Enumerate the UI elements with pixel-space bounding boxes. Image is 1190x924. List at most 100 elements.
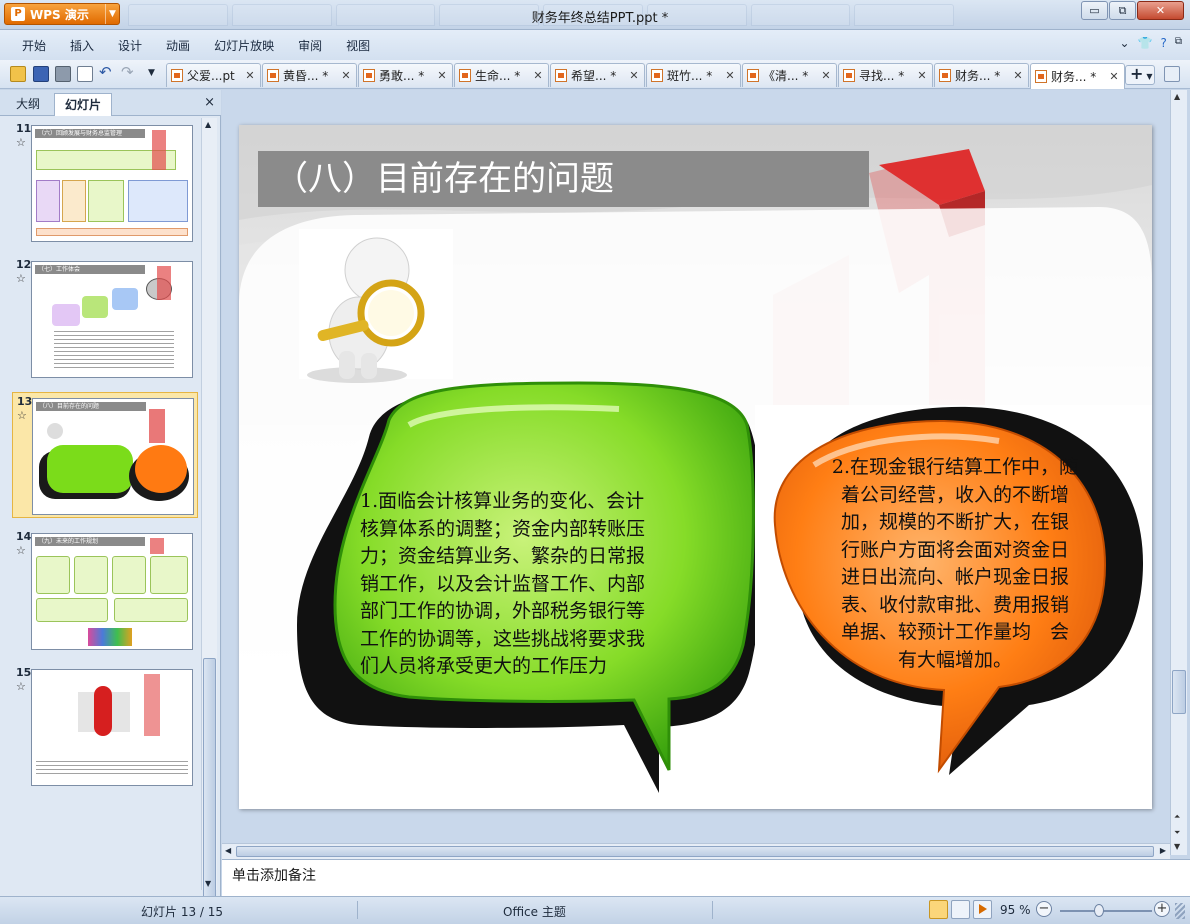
slide-thumbnail-13-selected[interactable]: 13 ☆ （八）目前存在的问题 <box>12 392 198 518</box>
menu-item-design[interactable]: 设计 <box>106 37 154 54</box>
close-tab-icon[interactable]: ✕ <box>820 69 832 82</box>
title-bar: P WPS 演示 ▼ 财务年终总结PPT.ppt * ▭ ⧉ ✕ <box>0 0 1190 30</box>
menu-item-home[interactable]: 开始 <box>10 37 58 54</box>
slide-vertical-scrollbar[interactable]: ▲ ⏶ ⏷ ▼ <box>1170 90 1187 855</box>
scrollbar-thumb[interactable] <box>1172 670 1186 714</box>
close-icon[interactable]: × <box>204 95 215 110</box>
slide-number: 15 <box>16 666 32 679</box>
close-tab-icon[interactable]: ✕ <box>916 69 928 82</box>
close-tab-icon[interactable]: ✕ <box>244 69 256 82</box>
undo-icon[interactable]: ↶ <box>99 63 115 81</box>
menu-item-view[interactable]: 视图 <box>334 37 382 54</box>
doc-tab[interactable]: 父爱...pt ✕ <box>166 63 261 87</box>
slide-thumbnail-14[interactable]: 14 ☆ （九）未来的工作规划 <box>12 528 198 654</box>
scroll-up-icon[interactable]: ▲ <box>1174 92 1180 101</box>
close-tab-icon[interactable]: ✕ <box>532 69 544 82</box>
tab-slides[interactable]: 幻灯片 <box>54 93 113 116</box>
save-icon[interactable] <box>33 66 49 82</box>
ppt-file-icon <box>747 69 759 82</box>
scrollbar-thumb[interactable] <box>236 846 1154 857</box>
close-tab-icon[interactable]: ✕ <box>436 69 448 82</box>
tab-list-icon[interactable] <box>1164 66 1180 82</box>
slide-thumbnail-11[interactable]: 11 ☆ （六）回顾发展与财务总监管理 <box>12 120 198 246</box>
bubble-text-line: 核算体系的调整；资金内部转账压 <box>360 517 646 540</box>
normal-view-button[interactable] <box>929 900 948 919</box>
zoom-slider-knob[interactable] <box>1094 904 1104 917</box>
close-window-button[interactable]: ✕ <box>1137 1 1184 20</box>
notes-placeholder[interactable]: 单击添加备注 <box>232 865 316 885</box>
restore-doc-icon[interactable]: ⧉ <box>1175 36 1182 50</box>
doc-tab-active[interactable]: 财务... * ✕ <box>1030 63 1125 89</box>
scroll-left-icon[interactable]: ◀ <box>225 846 231 855</box>
help-icon[interactable]: ? <box>1160 36 1166 50</box>
doc-tab[interactable]: 勇敢... * ✕ <box>358 63 453 87</box>
thumbnail-scrollbar[interactable]: ▲ ▼ <box>201 118 217 898</box>
doc-tab[interactable]: 财务... * ✕ <box>934 63 1029 87</box>
green-bubble-text[interactable]: 1.面临会计核算业务的变化、会计 核算体系的调整；资金内部转账压 力；资金结算业务、… <box>360 488 708 681</box>
menu-item-animation[interactable]: 动画 <box>154 37 202 54</box>
doc-tab[interactable]: 黄昏... * ✕ <box>262 63 357 87</box>
toolbar-dropdown-icon[interactable]: ▼ <box>148 68 164 84</box>
scroll-up-icon[interactable]: ▲ <box>205 120 211 129</box>
print-icon[interactable] <box>55 66 71 82</box>
new-tab-button[interactable]: + ▼ <box>1125 65 1155 85</box>
divider <box>357 901 358 919</box>
close-tab-icon[interactable]: ✕ <box>1108 70 1120 83</box>
ppt-file-icon <box>459 69 471 82</box>
thumbnail-title: （六）回顾发展与财务总监管理 <box>35 129 145 138</box>
ppt-file-icon <box>651 69 663 82</box>
current-slide[interactable]: （八）目前存在的问题 1.面临会计核算业务的变化、会计 核算体系的调整；资金内部转… <box>239 125 1152 809</box>
doc-tab[interactable]: 希望... * ✕ <box>550 63 645 87</box>
slide-thumbnail-15[interactable]: 15 ☆ <box>12 664 198 790</box>
doc-tab[interactable]: 生命... * ✕ <box>454 63 549 87</box>
doc-tab[interactable]: 《清... * ✕ <box>742 63 837 87</box>
notes-pane[interactable]: 单击添加备注 <box>222 859 1190 896</box>
quick-access-toolbar: ↶ ↷ ▼ 父爱...pt ✕ 黄昏... * ✕ 勇敢... * ✕ 生命... *… <box>0 60 1190 89</box>
zoom-out-icon[interactable]: − <box>1036 901 1052 917</box>
doc-tab[interactable]: 斑竹... * ✕ <box>646 63 741 87</box>
menu-item-insert[interactable]: 插入 <box>58 37 106 54</box>
redo-icon[interactable]: ↷ <box>121 63 137 81</box>
slide-title[interactable]: （八）目前存在的问题 <box>258 151 869 207</box>
zoom-level[interactable]: 95 % <box>1000 903 1031 917</box>
scroll-down-icon[interactable]: ▼ <box>205 879 211 888</box>
scroll-down-icon[interactable]: ▼ <box>1174 842 1180 851</box>
orange-bubble-text[interactable]: 2.在现金银行结算工作中，随 着公司经营，收入的不断增 加，规模的不断扩大，在银 行账… <box>805 454 1105 674</box>
zoom-slider[interactable] <box>1060 904 1152 917</box>
app-brand: WPS 演示 <box>30 7 89 22</box>
wps-app-menu-button[interactable]: P WPS 演示 ▼ <box>4 3 120 25</box>
ribbon-collapse-icon[interactable]: ⌄ <box>1119 36 1129 50</box>
scroll-right-icon[interactable]: ▶ <box>1160 846 1166 855</box>
skin-icon[interactable]: 👕 <box>1138 36 1153 50</box>
slide-sorter-view-button[interactable] <box>951 900 970 919</box>
thumbnail-image: （八）目前存在的问题 <box>32 398 194 515</box>
zoom-in-icon[interactable]: + <box>1154 901 1170 917</box>
close-tab-icon[interactable]: ✕ <box>1012 69 1024 82</box>
menu-item-slideshow[interactable]: 幻灯片放映 <box>202 37 286 54</box>
theme-name: Office 主题 <box>503 905 566 919</box>
slide-thumbnail-12[interactable]: 12 ☆ （七）工作体会 <box>12 256 198 382</box>
open-icon[interactable] <box>10 66 26 82</box>
page-up-icon[interactable]: ⏶ <box>1174 812 1180 822</box>
slide-number: 12 <box>16 258 32 271</box>
close-tab-icon[interactable]: ✕ <box>340 69 352 82</box>
panel-tabs: 大纲 幻灯片 × <box>0 90 221 116</box>
close-tab-icon[interactable]: ✕ <box>724 69 736 82</box>
menu-item-review[interactable]: 审阅 <box>286 37 334 54</box>
page-down-icon[interactable]: ⏷ <box>1174 828 1180 838</box>
close-tab-icon[interactable]: ✕ <box>628 69 640 82</box>
slide-horizontal-scrollbar[interactable]: ◀ ▶ <box>222 843 1170 859</box>
resize-grip-icon[interactable] <box>1175 903 1185 919</box>
minimize-button[interactable]: ▭ <box>1081 1 1108 20</box>
tab-outline[interactable]: 大纲 <box>6 93 50 116</box>
thumbnail-image: （九）未来的工作规划 <box>31 533 193 650</box>
doc-tab[interactable]: 寻找... * ✕ <box>838 63 933 87</box>
slideshow-view-button[interactable] <box>973 900 992 919</box>
bubble-text-line: 表、收付款审批、费用报销 <box>840 593 1069 616</box>
print-preview-icon[interactable] <box>77 66 93 82</box>
bubble-text-line: 有大幅增加。 <box>897 648 1012 671</box>
bubble-text-line: 工作的协调等，这些挑战将要求我 <box>360 627 646 650</box>
scrollbar-thumb[interactable] <box>203 658 216 898</box>
transition-star-icon: ☆ <box>16 136 26 149</box>
restore-button[interactable]: ⧉ <box>1109 1 1136 20</box>
